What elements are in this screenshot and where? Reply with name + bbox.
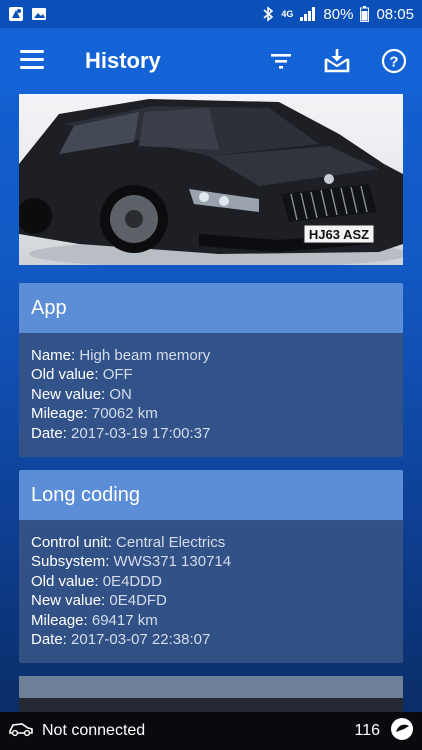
battery-icon xyxy=(360,6,370,22)
detail-value: High beam memory xyxy=(79,347,211,364)
detail-row: Control unit: Central Electrics xyxy=(31,533,391,552)
detail-row: Name: High beam memory xyxy=(31,346,391,365)
image-notification-icon xyxy=(31,6,47,22)
detail-key: Mileage: xyxy=(31,611,88,629)
app-bar: History ? xyxy=(0,28,422,94)
export-icon[interactable] xyxy=(322,46,352,76)
detail-key: Subsystem: xyxy=(31,553,110,571)
entry-details: Name: High beam memory Old value: OFF Ne… xyxy=(19,333,403,443)
network-type: 4G xyxy=(281,9,294,19)
entry-details: Control unit: Central Electrics Subsyste… xyxy=(19,520,403,649)
connection-status-label: Not connected xyxy=(42,722,146,739)
battery-percent: 80% xyxy=(323,5,354,23)
counter-icon xyxy=(390,717,414,746)
entry-title: App xyxy=(19,283,403,333)
detail-key: Name: xyxy=(31,347,76,364)
detail-value: OFF xyxy=(102,366,133,384)
detail-key: New value: xyxy=(31,592,106,610)
car-photo: HJ63 ASZ xyxy=(19,94,403,265)
history-entry-card-partial-body xyxy=(19,698,403,712)
detail-row: Old value: 0E4DDD xyxy=(31,572,391,591)
detail-row: Date: 2017-03-07 22:38:07 xyxy=(31,630,391,649)
detail-row: Date: 2017-03-19 17:00:37 xyxy=(31,424,391,443)
history-entry-card[interactable]: App Name: High beam memory Old value: OF… xyxy=(19,283,403,457)
detail-row: New value: 0E4DFD xyxy=(31,591,391,610)
history-entry-card[interactable]: Long coding Control unit: Central Electr… xyxy=(19,470,403,663)
detail-key: Control unit: xyxy=(31,534,112,551)
status-bar-left xyxy=(8,6,47,22)
detail-value: Central Electrics xyxy=(116,534,226,551)
detail-row: New value: ON xyxy=(31,385,391,404)
detail-key: Old value: xyxy=(31,366,99,384)
detail-key: Mileage: xyxy=(31,405,88,423)
page-title: History xyxy=(85,48,161,73)
detail-value: 70062 km xyxy=(91,405,158,423)
detail-value: ON xyxy=(109,385,132,403)
connection-status[interactable]: Not connected xyxy=(8,721,145,742)
counter-value: 116 xyxy=(354,722,380,739)
menu-icon[interactable] xyxy=(20,50,46,72)
history-entry-card-partial[interactable] xyxy=(19,676,403,698)
help-icon[interactable]: ? xyxy=(379,46,409,76)
detail-value: 2017-03-07 22:38:07 xyxy=(71,631,211,649)
status-bar-right: 4G 80% 08:05 xyxy=(262,6,414,23)
car-icon xyxy=(8,721,34,742)
detail-value: 2017-03-19 17:00:37 xyxy=(71,424,211,442)
detail-value: 0E4DDD xyxy=(102,572,162,590)
detail-key: Old value: xyxy=(31,572,99,590)
detail-value: 69417 km xyxy=(91,611,158,629)
detail-key: Date: xyxy=(31,424,67,442)
detail-row: Subsystem: WWS371 130714 xyxy=(31,552,391,571)
detail-row: Mileage: 69417 km xyxy=(31,611,391,630)
status-bar: 4G 80% 08:05 xyxy=(0,0,422,28)
detail-key: Date: xyxy=(31,631,67,649)
license-plate: HJ63 ASZ xyxy=(309,227,369,242)
detail-key: New value: xyxy=(31,385,106,403)
signal-icon xyxy=(300,7,316,21)
detail-row: Mileage: 70062 km xyxy=(31,404,391,423)
detail-value: WWS371 130714 xyxy=(113,553,232,571)
bottom-status-bar: Not connected 116 xyxy=(0,712,422,750)
clock: 08:05 xyxy=(376,5,414,23)
svg-text:?: ? xyxy=(389,54,398,71)
filter-icon[interactable] xyxy=(266,46,296,76)
detail-row: Old value: OFF xyxy=(31,365,391,384)
entry-title: Long coding xyxy=(19,470,403,520)
bluetooth-icon xyxy=(262,6,274,22)
counter[interactable]: 116 xyxy=(354,717,414,746)
map-pin-notification-icon xyxy=(8,6,24,22)
detail-value: 0E4DFD xyxy=(109,592,167,610)
